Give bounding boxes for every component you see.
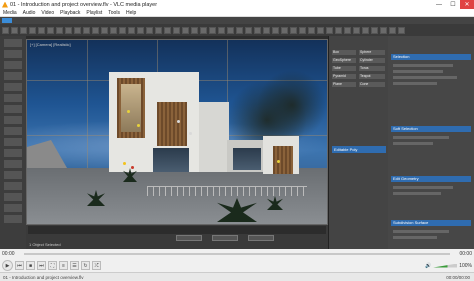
total-time: 00:00 — [459, 251, 472, 257]
menu-video[interactable]: Video — [38, 10, 57, 16]
window-title: 01 - Introduction and project overview.f… — [10, 1, 158, 8]
vlc-cone-icon — [2, 1, 8, 8]
seek-track[interactable] — [24, 253, 450, 255]
volume-slider[interactable] — [433, 263, 458, 268]
building-wing — [199, 102, 229, 172]
selection-status: 1 Object Selected — [29, 242, 61, 247]
max-left-toolbar — [0, 36, 26, 249]
volume-value: 100% — [459, 262, 472, 269]
maximize-button[interactable]: ☐ — [446, 0, 460, 9]
coord-z-field — [248, 235, 274, 241]
volume-control[interactable]: 🔊 100% — [425, 263, 474, 269]
fullscreen-button[interactable]: ⛶ — [48, 261, 57, 270]
ground-plane — [27, 168, 327, 224]
menu-media[interactable]: Media — [0, 10, 20, 16]
play-button[interactable]: ▶ — [2, 260, 13, 271]
seek-bar[interactable]: 00:00 00:00 — [0, 249, 474, 259]
loop-button[interactable]: ↻ — [81, 261, 90, 270]
max-title-row — [0, 17, 474, 24]
video-frame[interactable]: [+] [Camera] [Realistic] 1 Object Select… — [0, 17, 474, 249]
playback-controls: ▶ ⏮ ■ ⏭ ⛶ ≡ ☰ ↻ ⤮ 🔊 100% — [0, 259, 474, 272]
minimize-button[interactable]: — — [432, 0, 446, 9]
viewport-label: [+] [Camera] [Realistic] — [30, 42, 71, 47]
coord-x-field — [176, 235, 202, 241]
vlc-window: 01 - Introduction and project overview.f… — [0, 0, 474, 281]
window-controls: — ☐ ✕ — [432, 0, 474, 9]
next-button[interactable]: ⏭ — [37, 261, 46, 270]
max-properties-panel: Selection Soft Selection Edit Geometry S… — [388, 36, 474, 249]
menu-tools[interactable]: Tools — [105, 10, 123, 16]
previous-button[interactable]: ⏮ — [15, 261, 24, 270]
menu-help[interactable]: Help — [123, 10, 139, 16]
speaker-icon[interactable]: 🔊 — [425, 263, 431, 269]
menu-audio[interactable]: Audio — [20, 10, 39, 16]
max-main-toolbar — [0, 24, 474, 36]
max-status-area: 1 Object Selected — [26, 225, 328, 249]
menu-playback[interactable]: Playback — [57, 10, 83, 16]
status-time: 00:00/00:00 — [446, 274, 470, 280]
close-button[interactable]: ✕ — [460, 0, 474, 9]
status-filename: 01 - Introduction and project overview.f… — [3, 274, 84, 280]
max-timeline — [28, 226, 326, 234]
menu-bar: Media Audio Video Playback Playlist Tool… — [0, 9, 474, 17]
max-logo-icon — [2, 18, 12, 23]
max-viewport: [+] [Camera] [Realistic] — [26, 39, 328, 225]
playlist-button[interactable]: ☰ — [70, 261, 79, 270]
menu-playlist[interactable]: Playlist — [83, 10, 105, 16]
max-command-panel: Box Sphere GeoSphere Cylinder Tube Torus… — [328, 36, 388, 249]
title-bar: 01 - Introduction and project overview.f… — [0, 0, 474, 9]
random-button[interactable]: ⤮ — [92, 261, 101, 270]
coord-y-field — [212, 235, 238, 241]
fence — [147, 186, 307, 196]
status-bar: 01 - Introduction and project overview.f… — [0, 272, 474, 281]
editable-poly-item: Editable Poly — [332, 146, 386, 153]
stop-button[interactable]: ■ — [26, 261, 35, 270]
extended-settings-button[interactable]: ≡ — [59, 261, 68, 270]
elapsed-time: 00:00 — [2, 251, 15, 257]
